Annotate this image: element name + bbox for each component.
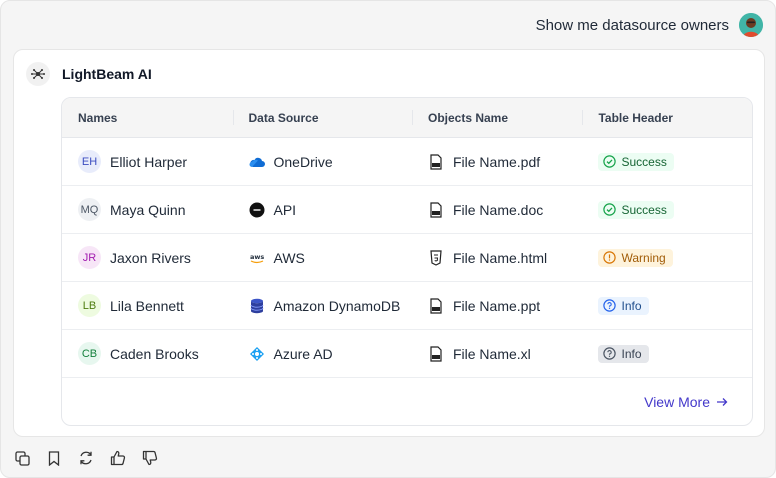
arrow-right-icon bbox=[717, 398, 728, 406]
table-row[interactable]: CB Caden Brooks Azure AD File Name.xl In… bbox=[62, 330, 752, 378]
avatar: LB bbox=[78, 294, 101, 317]
name-cell: JR Jaxon Rivers bbox=[62, 234, 233, 281]
table-header-row: Names Data Source Objects Name Table Hea… bbox=[62, 98, 752, 138]
thumbs-down-icon[interactable] bbox=[141, 449, 159, 467]
source-cell: API bbox=[233, 186, 412, 233]
name-cell: EH Elliot Harper bbox=[62, 138, 233, 185]
onedrive-icon bbox=[249, 154, 265, 170]
source-cell: Amazon DynamoDB bbox=[233, 282, 412, 329]
status-cell: Success bbox=[582, 138, 752, 185]
owner-name: Jaxon Rivers bbox=[110, 249, 191, 266]
table-row[interactable]: EH Elliot Harper OneDrive File Name.pdf bbox=[62, 138, 752, 186]
status-badge: Info bbox=[598, 344, 649, 363]
view-more-label: View More bbox=[644, 394, 710, 410]
datasource-owners-table: Names Data Source Objects Name Table Hea… bbox=[61, 97, 753, 426]
user-message: Show me datasource owners bbox=[536, 13, 763, 37]
object-cell: File Name.html bbox=[412, 234, 583, 281]
object-cell: File Name.xl bbox=[412, 330, 583, 377]
html-file-icon bbox=[428, 249, 444, 266]
pdf-file-icon bbox=[428, 153, 444, 170]
source-cell: aws AWS bbox=[233, 234, 412, 281]
name-cell: MQ Maya Quinn bbox=[62, 186, 233, 233]
table-row[interactable]: JR Jaxon Rivers aws AWS File Name.html W… bbox=[62, 234, 752, 282]
source-cell: OneDrive bbox=[233, 138, 412, 185]
source-cell: Azure AD bbox=[233, 330, 412, 377]
user-message-text: Show me datasource owners bbox=[535, 16, 729, 34]
column-header-objects-name[interactable]: Objects Name bbox=[411, 98, 583, 137]
object-cell: File Name.doc bbox=[412, 186, 583, 233]
object-name: File Name.doc bbox=[452, 201, 544, 218]
status-cell: Warning bbox=[582, 234, 752, 281]
name-cell: LB Lila Bennett bbox=[62, 282, 233, 329]
user-avatar bbox=[739, 13, 763, 37]
column-header-data-source[interactable]: Data Source bbox=[232, 98, 412, 137]
status-badge: Warning bbox=[598, 248, 673, 267]
table-footer: View More bbox=[62, 378, 752, 425]
xl-file-icon bbox=[428, 345, 444, 362]
check-circle-icon bbox=[603, 203, 617, 216]
view-more-link[interactable]: View More bbox=[644, 394, 728, 410]
api-icon bbox=[249, 202, 265, 218]
regenerate-icon[interactable] bbox=[77, 449, 95, 467]
source-name: Azure AD bbox=[273, 345, 333, 362]
owner-name: Lila Bennett bbox=[110, 297, 184, 314]
object-name: File Name.html bbox=[452, 249, 548, 266]
copy-icon[interactable] bbox=[13, 449, 31, 467]
name-cell: CB Caden Brooks bbox=[62, 330, 233, 377]
warning-circle-icon bbox=[603, 251, 617, 264]
status-cell: Info bbox=[582, 330, 752, 377]
source-name: OneDrive bbox=[273, 153, 333, 170]
status-label: Warning bbox=[621, 250, 666, 265]
svg-text:aws: aws bbox=[250, 253, 264, 261]
owner-name: Elliot Harper bbox=[110, 153, 188, 170]
question-circle-icon bbox=[603, 299, 617, 312]
column-header-names[interactable]: Names bbox=[62, 98, 233, 137]
assistant-card: LightBeam AI Names Data Source Objects N… bbox=[13, 49, 765, 437]
object-name: File Name.pdf bbox=[452, 153, 541, 170]
object-name: File Name.ppt bbox=[452, 297, 541, 314]
table-row[interactable]: LB Lila Bennett Amazon DynamoDB File Nam… bbox=[62, 282, 752, 330]
object-name: File Name.xl bbox=[452, 345, 531, 362]
column-header-table-header[interactable]: Table Header bbox=[582, 98, 752, 137]
status-badge: Success bbox=[598, 200, 674, 219]
status-cell: Info bbox=[582, 282, 752, 329]
thumbs-up-icon[interactable] bbox=[109, 449, 127, 467]
status-label: Success bbox=[621, 202, 667, 217]
dynamodb-icon bbox=[249, 298, 265, 314]
status-label: Info bbox=[621, 298, 642, 313]
status-cell: Success bbox=[582, 186, 752, 233]
owner-name: Caden Brooks bbox=[110, 345, 199, 362]
assistant-name: LightBeam AI bbox=[62, 66, 152, 82]
assistant-header: LightBeam AI bbox=[26, 62, 152, 86]
lightbeam-logo-icon bbox=[26, 62, 50, 86]
source-name: Amazon DynamoDB bbox=[273, 297, 401, 314]
owner-name: Maya Quinn bbox=[110, 201, 186, 218]
avatar: CB bbox=[78, 342, 101, 365]
object-cell: File Name.ppt bbox=[412, 282, 583, 329]
question-circle-icon bbox=[603, 347, 617, 360]
avatar: JR bbox=[78, 246, 101, 269]
azure-ad-icon bbox=[249, 346, 265, 362]
table-row[interactable]: MQ Maya Quinn API File Name.doc Success bbox=[62, 186, 752, 234]
avatar: MQ bbox=[78, 198, 101, 221]
source-name: AWS bbox=[273, 249, 305, 266]
bookmark-icon[interactable] bbox=[45, 449, 63, 467]
aws-icon: aws bbox=[249, 250, 265, 266]
status-badge: Info bbox=[598, 296, 649, 315]
object-cell: File Name.pdf bbox=[412, 138, 583, 185]
source-name: API bbox=[273, 201, 297, 218]
status-label: Info bbox=[621, 346, 642, 361]
check-circle-icon bbox=[603, 155, 617, 168]
ppt-file-icon bbox=[428, 297, 444, 314]
status-badge: Success bbox=[598, 152, 674, 171]
chat-frame: Show me datasource owners LightBeam AI N… bbox=[0, 0, 776, 478]
doc-file-icon bbox=[428, 201, 444, 218]
message-actions bbox=[13, 449, 159, 467]
avatar: EH bbox=[78, 150, 101, 173]
status-label: Success bbox=[621, 154, 667, 169]
